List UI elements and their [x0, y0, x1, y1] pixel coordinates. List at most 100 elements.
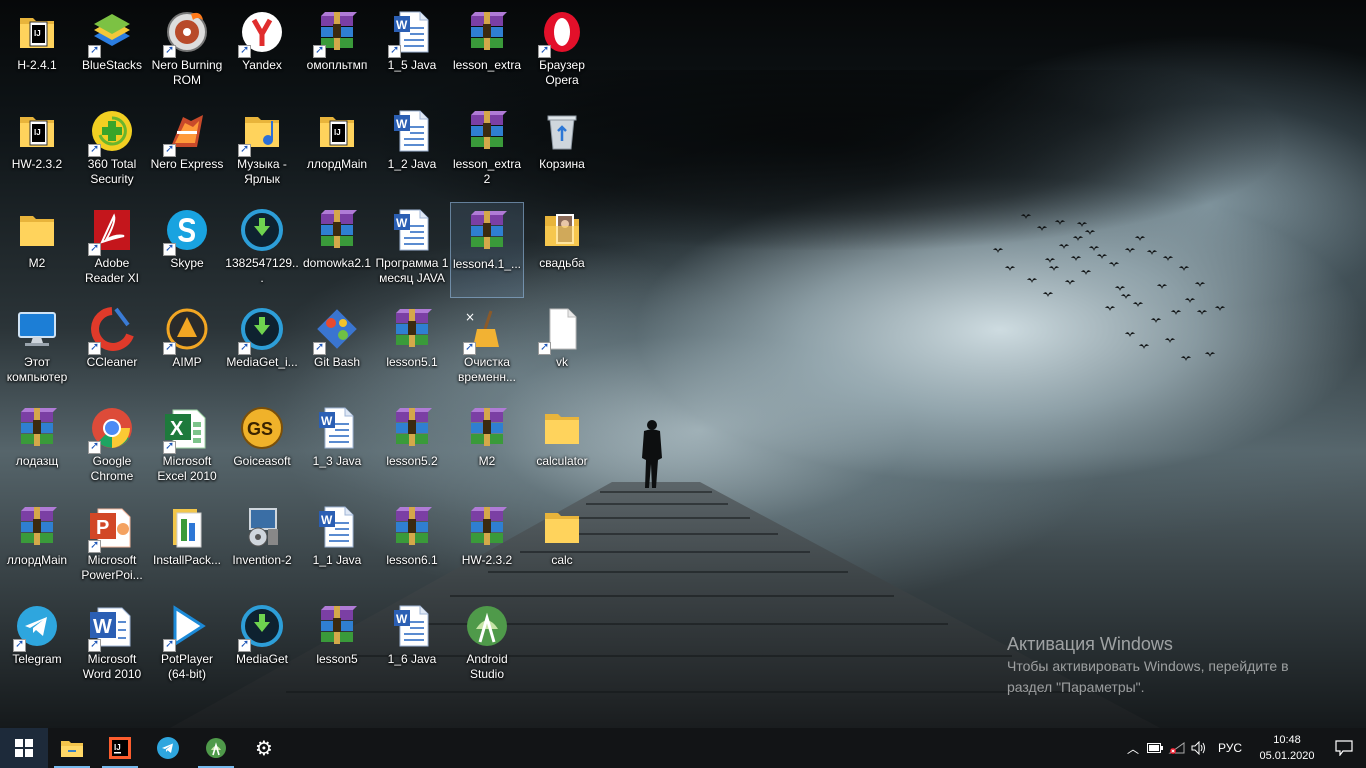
desktop-icon[interactable]: омопльтмп: [300, 4, 374, 100]
desktop-icon[interactable]: M2: [450, 400, 524, 496]
desktop-icon[interactable]: IJ HW-2.3.2: [0, 103, 74, 199]
mediaget-icon: [238, 305, 286, 355]
desktop-icon[interactable]: Nero Express: [150, 103, 224, 199]
svg-text:W: W: [321, 414, 333, 428]
desktop-icon[interactable]: vk: [525, 301, 599, 397]
desktop-icon[interactable]: свадьба: [525, 202, 599, 298]
desktop-icon[interactable]: M2: [0, 202, 74, 298]
desktop-icon-label: 360 Total Security: [87, 157, 137, 186]
svg-text:X: X: [170, 418, 184, 440]
desktop-icon[interactable]: Skype: [150, 202, 224, 298]
desktop-icon-label: M2: [28, 256, 46, 270]
desktop-icon[interactable]: Google Chrome: [75, 400, 149, 496]
shortcut-arrow-icon: [238, 637, 251, 652]
desktop-icon[interactable]: Браузер Opera: [525, 4, 599, 100]
volume-control[interactable]: [1188, 728, 1210, 768]
desktop-icon[interactable]: PotPlayer (64-bit): [150, 598, 224, 694]
action-center-button[interactable]: [1322, 728, 1366, 768]
shortcut-arrow-icon: [163, 340, 176, 355]
bird-silhouette: [1065, 280, 1075, 285]
desktop-icon[interactable]: лодазщ: [0, 400, 74, 496]
folder-intellij-icon: IJ: [13, 107, 61, 155]
desktop-icon[interactable]: HW-2.3.2: [450, 499, 524, 595]
desktop-icon[interactable]: MediaGet: [225, 598, 299, 694]
word-document-icon: W: [388, 107, 436, 155]
bird-silhouette: [1055, 220, 1065, 225]
desktop-icon[interactable]: Yandex: [225, 4, 299, 100]
desktop-icon[interactable]: × Очистка временн...: [450, 301, 524, 397]
taskbar-intellij-idea[interactable]: IJ: [96, 728, 144, 768]
svg-text:W: W: [321, 513, 333, 527]
desktop-icon[interactable]: GS Goiceasoft: [225, 400, 299, 496]
network-status[interactable]: [1166, 728, 1188, 768]
desktop-icon[interactable]: Invention-2: [225, 499, 299, 595]
desktop-icon[interactable]: W 1_5 Java: [375, 4, 449, 100]
aimp-icon: [163, 305, 211, 355]
desktop-icon[interactable]: lesson5.1: [375, 301, 449, 397]
desktop-icon[interactable]: 360 Total Security: [75, 103, 149, 199]
input-language[interactable]: РУС: [1210, 741, 1252, 755]
taskbar-android-studio[interactable]: [192, 728, 240, 768]
desktop-icon[interactable]: lesson4.1_...: [450, 202, 524, 298]
desktop-icon[interactable]: Этот компьютер: [0, 301, 74, 397]
desktop-icon[interactable]: CCleaner: [75, 301, 149, 397]
desktop-icon[interactable]: calculator: [525, 400, 599, 496]
desktop-icon[interactable]: Git Bash: [300, 301, 374, 397]
desktop-icon-label: HW-2.3.2: [11, 157, 63, 171]
desktop-icon[interactable]: Adobe Reader XI: [75, 202, 149, 298]
desktop-icon[interactable]: lesson_extra2: [450, 103, 524, 199]
telegram-icon: [13, 602, 61, 652]
desktop-icon[interactable]: lesson6.1: [375, 499, 449, 595]
bird-silhouette: [1115, 286, 1125, 291]
file-explorer-icon: [61, 741, 83, 757]
desktop-icon[interactable]: IJ ллордMain: [300, 103, 374, 199]
desktop-icon[interactable]: AIMP: [150, 301, 224, 397]
desktop-icon[interactable]: X Microsoft Excel 2010: [150, 400, 224, 496]
show-hidden-icons-button[interactable]: ︿: [1122, 728, 1144, 768]
desktop-icon[interactable]: InstallPack...: [150, 499, 224, 595]
flock-of-birds: [993, 214, 1225, 361]
desktop-icon-label: calculator: [536, 454, 588, 468]
taskbar-file-explorer[interactable]: [48, 728, 96, 768]
desktop-icon[interactable]: lesson5: [300, 598, 374, 694]
desktop-icon[interactable]: IJ H-2.4.1: [0, 4, 74, 100]
desktop-icon[interactable]: lesson5.2: [375, 400, 449, 496]
winrar-archive-icon: [463, 503, 511, 551]
bird-silhouette: [1059, 244, 1069, 249]
bird-silhouette: [1043, 292, 1053, 297]
desktop-icon-label: Музыка - Ярлык: [237, 157, 287, 186]
desktop-icon[interactable]: W Microsoft Word 2010: [75, 598, 149, 694]
taskbar-telegram[interactable]: [144, 728, 192, 768]
desktop-icon[interactable]: W 1_3 Java: [300, 400, 374, 496]
desktop-icon[interactable]: W 1_1 Java: [300, 499, 374, 595]
desktop-icon[interactable]: Android Studio: [450, 598, 524, 694]
svg-text:W: W: [396, 117, 408, 131]
start-button[interactable]: [0, 728, 48, 768]
android-studio-icon: [463, 602, 511, 650]
battery-status[interactable]: [1144, 728, 1166, 768]
desktop-icon[interactable]: Музыка - Ярлык: [225, 103, 299, 199]
nero-express-icon: [163, 107, 211, 157]
desktop-icon[interactable]: domowka2.1: [300, 202, 374, 298]
desktop-icon[interactable]: 1382547129...: [225, 202, 299, 298]
desktop-icon[interactable]: P Microsoft PowerPoi...: [75, 499, 149, 595]
desktop-icon[interactable]: ллордMain: [0, 499, 74, 595]
desktop-icon-label: MediaGet_i...: [226, 355, 298, 369]
desktop-icon[interactable]: MediaGet_i...: [225, 301, 299, 397]
music-folder-icon: [238, 107, 286, 157]
taskbar-settings[interactable]: ⚙: [240, 728, 288, 768]
desktop-icon[interactable]: lesson_extra: [450, 4, 524, 100]
desktop-icon[interactable]: W 1_2 Java: [375, 103, 449, 199]
svg-text:P: P: [96, 517, 109, 539]
desktop-icon[interactable]: Корзина: [525, 103, 599, 199]
desktop-icon[interactable]: W 1_6 Java: [375, 598, 449, 694]
svg-text:IJ: IJ: [114, 743, 121, 752]
desktop-icon[interactable]: Nero Burning ROM: [150, 4, 224, 100]
desktop-icon[interactable]: W Программа 1 месяц JAVA: [375, 202, 449, 298]
svg-text:IJ: IJ: [334, 128, 341, 137]
desktop-icon[interactable]: Telegram: [0, 598, 74, 694]
desktop-icon-label: Очистка временн...: [458, 355, 516, 384]
desktop-icon[interactable]: calc: [525, 499, 599, 595]
desktop-icon[interactable]: BlueStacks: [75, 4, 149, 100]
clock[interactable]: 10:48 05.01.2020: [1252, 732, 1322, 764]
